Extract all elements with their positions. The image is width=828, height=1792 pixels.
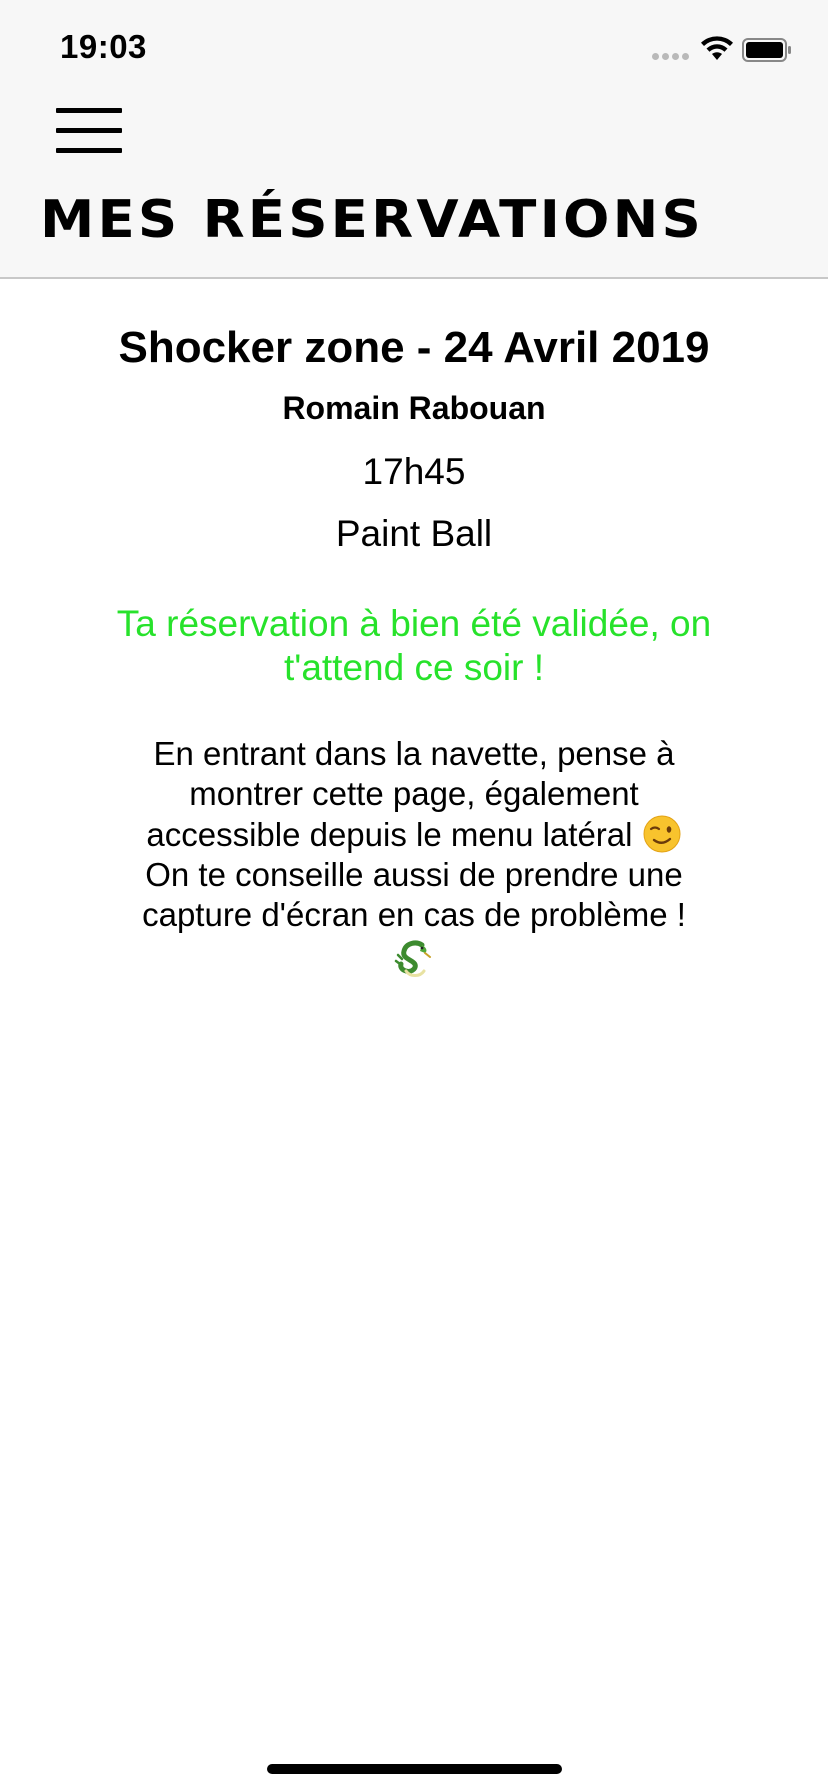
status-bar-time: 19:03	[60, 28, 147, 65]
confirmation-message: Ta réservation à bien été validée, on t'…	[116, 603, 712, 688]
hamburger-menu-icon[interactable]	[56, 106, 122, 156]
signal-dots-icon	[652, 53, 690, 61]
home-indicator[interactable]	[267, 1764, 562, 1774]
dragon-icon	[394, 940, 431, 977]
navigation-header: 19:03 MES RÉSERVATIONS	[0, 0, 828, 279]
info-text-2: On te conseille aussi de prendre une cap…	[142, 856, 686, 933]
winking-face-icon	[643, 815, 681, 853]
reservation-name: Romain Rabouan	[282, 390, 546, 426]
page-title: MES RÉSERVATIONS	[40, 190, 704, 250]
reservation-title: Shocker zone - 24 Avril 2019	[118, 323, 710, 372]
info-text: En entrant dans la navette, pense à mont…	[146, 735, 675, 853]
info-message: En entrant dans la navette, pense à mont…	[114, 734, 714, 990]
reservation-activity: Paint Ball	[335, 513, 493, 554]
battery-icon	[742, 38, 791, 62]
reservation-time: 17h45	[362, 451, 466, 492]
reservation-details: Shocker zone - 24 Avril 2019 Romain Rabo…	[0, 279, 828, 990]
wifi-icon	[701, 36, 733, 60]
